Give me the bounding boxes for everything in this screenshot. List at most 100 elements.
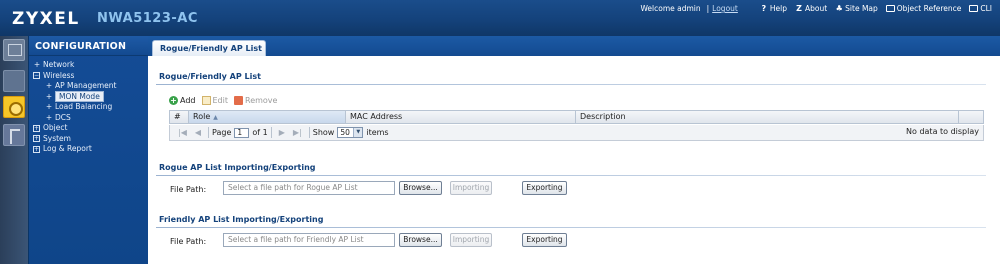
- about-link[interactable]: Z About: [795, 4, 827, 13]
- logout-link[interactable]: Logout: [712, 4, 738, 13]
- rogue-file-path-label: File Path:: [170, 185, 207, 194]
- last-page-icon[interactable]: ▶|: [293, 128, 302, 137]
- show-label: Show: [312, 128, 335, 137]
- help-label: Help: [769, 4, 787, 13]
- welcome-separator: |: [706, 4, 710, 13]
- edit-label: Edit: [212, 95, 229, 105]
- friendly-section-title: Friendly AP List Importing/Exporting: [159, 215, 324, 224]
- page-label: Page: [212, 128, 232, 137]
- configuration-gear-icon[interactable]: [3, 96, 25, 118]
- page-size-select[interactable]: 50 ▼: [337, 127, 364, 138]
- object-reference-label: Object Reference: [896, 4, 962, 13]
- nav-item-system[interactable]: + System: [29, 134, 149, 145]
- page-number-input[interactable]: 1: [234, 127, 250, 138]
- top-links-bar: Welcome admin | Logout ? Help Z About ♣ …: [640, 4, 992, 13]
- prev-page-icon[interactable]: ◀: [195, 128, 201, 137]
- tab-rogue-friendly-ap-list[interactable]: Rogue/Friendly AP List: [152, 40, 266, 56]
- add-button[interactable]: + Add: [169, 95, 196, 105]
- dashboard-icon[interactable]: [3, 39, 25, 61]
- nav-item-label: Wireless: [43, 70, 75, 80]
- nav-item-ap-management[interactable]: + AP Management: [29, 81, 149, 92]
- chevron-down-icon: ▼: [353, 128, 363, 137]
- nav-item-load-balancing[interactable]: + Load Balancing: [29, 102, 149, 113]
- list-toolbar: + Add Edit Remove: [169, 94, 283, 106]
- object-reference-icon: [885, 5, 895, 12]
- help-link[interactable]: ? Help: [760, 4, 787, 13]
- brand-logo: ZYXEL: [12, 9, 80, 29]
- friendly-file-path-label: File Path:: [170, 237, 207, 246]
- nav-item-label: DCS: [55, 112, 71, 122]
- expand-box-icon: +: [33, 135, 40, 142]
- nav-item-label: System: [43, 133, 71, 143]
- section-divider: [156, 227, 986, 228]
- site-map-icon: ♣: [835, 3, 843, 13]
- collapse-box-icon: −: [33, 72, 40, 79]
- nav-item-log-report[interactable]: + Log & Report: [29, 144, 149, 155]
- module-icon-strip: [0, 36, 28, 264]
- about-icon: Z: [796, 3, 802, 13]
- nav-item-network[interactable]: + Network: [29, 60, 149, 71]
- first-page-icon[interactable]: |◀: [178, 128, 187, 137]
- page-of-label: of 1: [252, 128, 268, 137]
- device-model: NWA5123-AC: [97, 11, 198, 26]
- friendly-importing-button[interactable]: Importing: [450, 233, 492, 247]
- nav-item-label: MON Mode: [55, 90, 104, 102]
- column-header-role-label: Role: [193, 112, 211, 121]
- nav-item-object[interactable]: + Object: [29, 123, 149, 134]
- section-divider: [156, 175, 986, 176]
- nav-title: CONFIGURATION: [29, 36, 149, 56]
- column-header-description[interactable]: Description: [576, 111, 959, 123]
- nav-item-label: Object: [43, 123, 68, 132]
- rogue-importing-button[interactable]: Importing: [450, 181, 492, 195]
- expand-marker: +: [45, 112, 53, 122]
- column-header-scroll-spacer: [959, 111, 973, 123]
- top-header: ZYXEL NWA5123-AC Welcome admin | Logout …: [0, 0, 1000, 36]
- expand-box-icon: +: [33, 124, 40, 132]
- help-icon: ?: [761, 3, 767, 13]
- rogue-file-path-input[interactable]: Select a file path for Rogue AP List: [223, 181, 395, 195]
- add-label: Add: [180, 95, 196, 105]
- nav-item-dcs[interactable]: + DCS: [29, 113, 149, 124]
- nav-item-wireless[interactable]: − Wireless: [29, 71, 149, 82]
- nav-item-label: Network: [43, 60, 75, 69]
- friendly-browse-button[interactable]: Browse...: [399, 233, 442, 247]
- rogue-exporting-button[interactable]: Exporting: [522, 181, 567, 195]
- nav-item-mon-mode[interactable]: + MON Mode: [29, 90, 149, 103]
- edit-icon: [201, 95, 211, 105]
- page-size-value: 50: [340, 128, 350, 137]
- remove-label: Remove: [245, 95, 278, 105]
- pager-divider: [308, 127, 310, 138]
- table-header: # Role ▲ MAC Address Description: [169, 110, 984, 124]
- cli-label: CLI: [980, 4, 992, 13]
- column-header-index[interactable]: #: [170, 111, 189, 123]
- expand-marker: +: [33, 60, 41, 69]
- friendly-file-path-input[interactable]: Select a file path for Friendly AP List: [223, 233, 395, 247]
- site-map-label: Site Map: [845, 4, 878, 13]
- trash-icon: [234, 95, 243, 105]
- next-page-icon[interactable]: ▶: [279, 128, 285, 137]
- friendly-exporting-button[interactable]: Exporting: [522, 233, 567, 247]
- remove-button[interactable]: Remove: [234, 95, 278, 105]
- expand-marker: +: [45, 91, 53, 101]
- pager-divider: [270, 127, 272, 138]
- expand-box-icon: +: [33, 145, 40, 153]
- items-label: items: [366, 128, 389, 137]
- welcome-text: Welcome admin: [640, 4, 701, 13]
- column-header-mac-address[interactable]: MAC Address: [346, 111, 576, 123]
- expand-marker: +: [45, 102, 53, 111]
- maintenance-icon[interactable]: [3, 124, 25, 146]
- cli-icon: [969, 5, 979, 12]
- nav-item-label: Load Balancing: [55, 102, 113, 111]
- site-map-link[interactable]: ♣ Site Map: [835, 4, 878, 13]
- column-header-role[interactable]: Role ▲: [189, 111, 346, 123]
- section-divider: [156, 84, 986, 85]
- rogue-browse-button[interactable]: Browse...: [399, 181, 442, 195]
- nav-item-label: Log & Report: [43, 144, 92, 153]
- about-label: About: [804, 4, 828, 13]
- no-data-message: No data to display: [906, 127, 979, 136]
- monitor-icon[interactable]: [3, 70, 25, 92]
- object-reference-link[interactable]: Object Reference: [885, 4, 962, 13]
- edit-button[interactable]: Edit: [201, 95, 229, 105]
- cli-link[interactable]: CLI: [969, 4, 992, 13]
- expand-marker: +: [45, 81, 53, 90]
